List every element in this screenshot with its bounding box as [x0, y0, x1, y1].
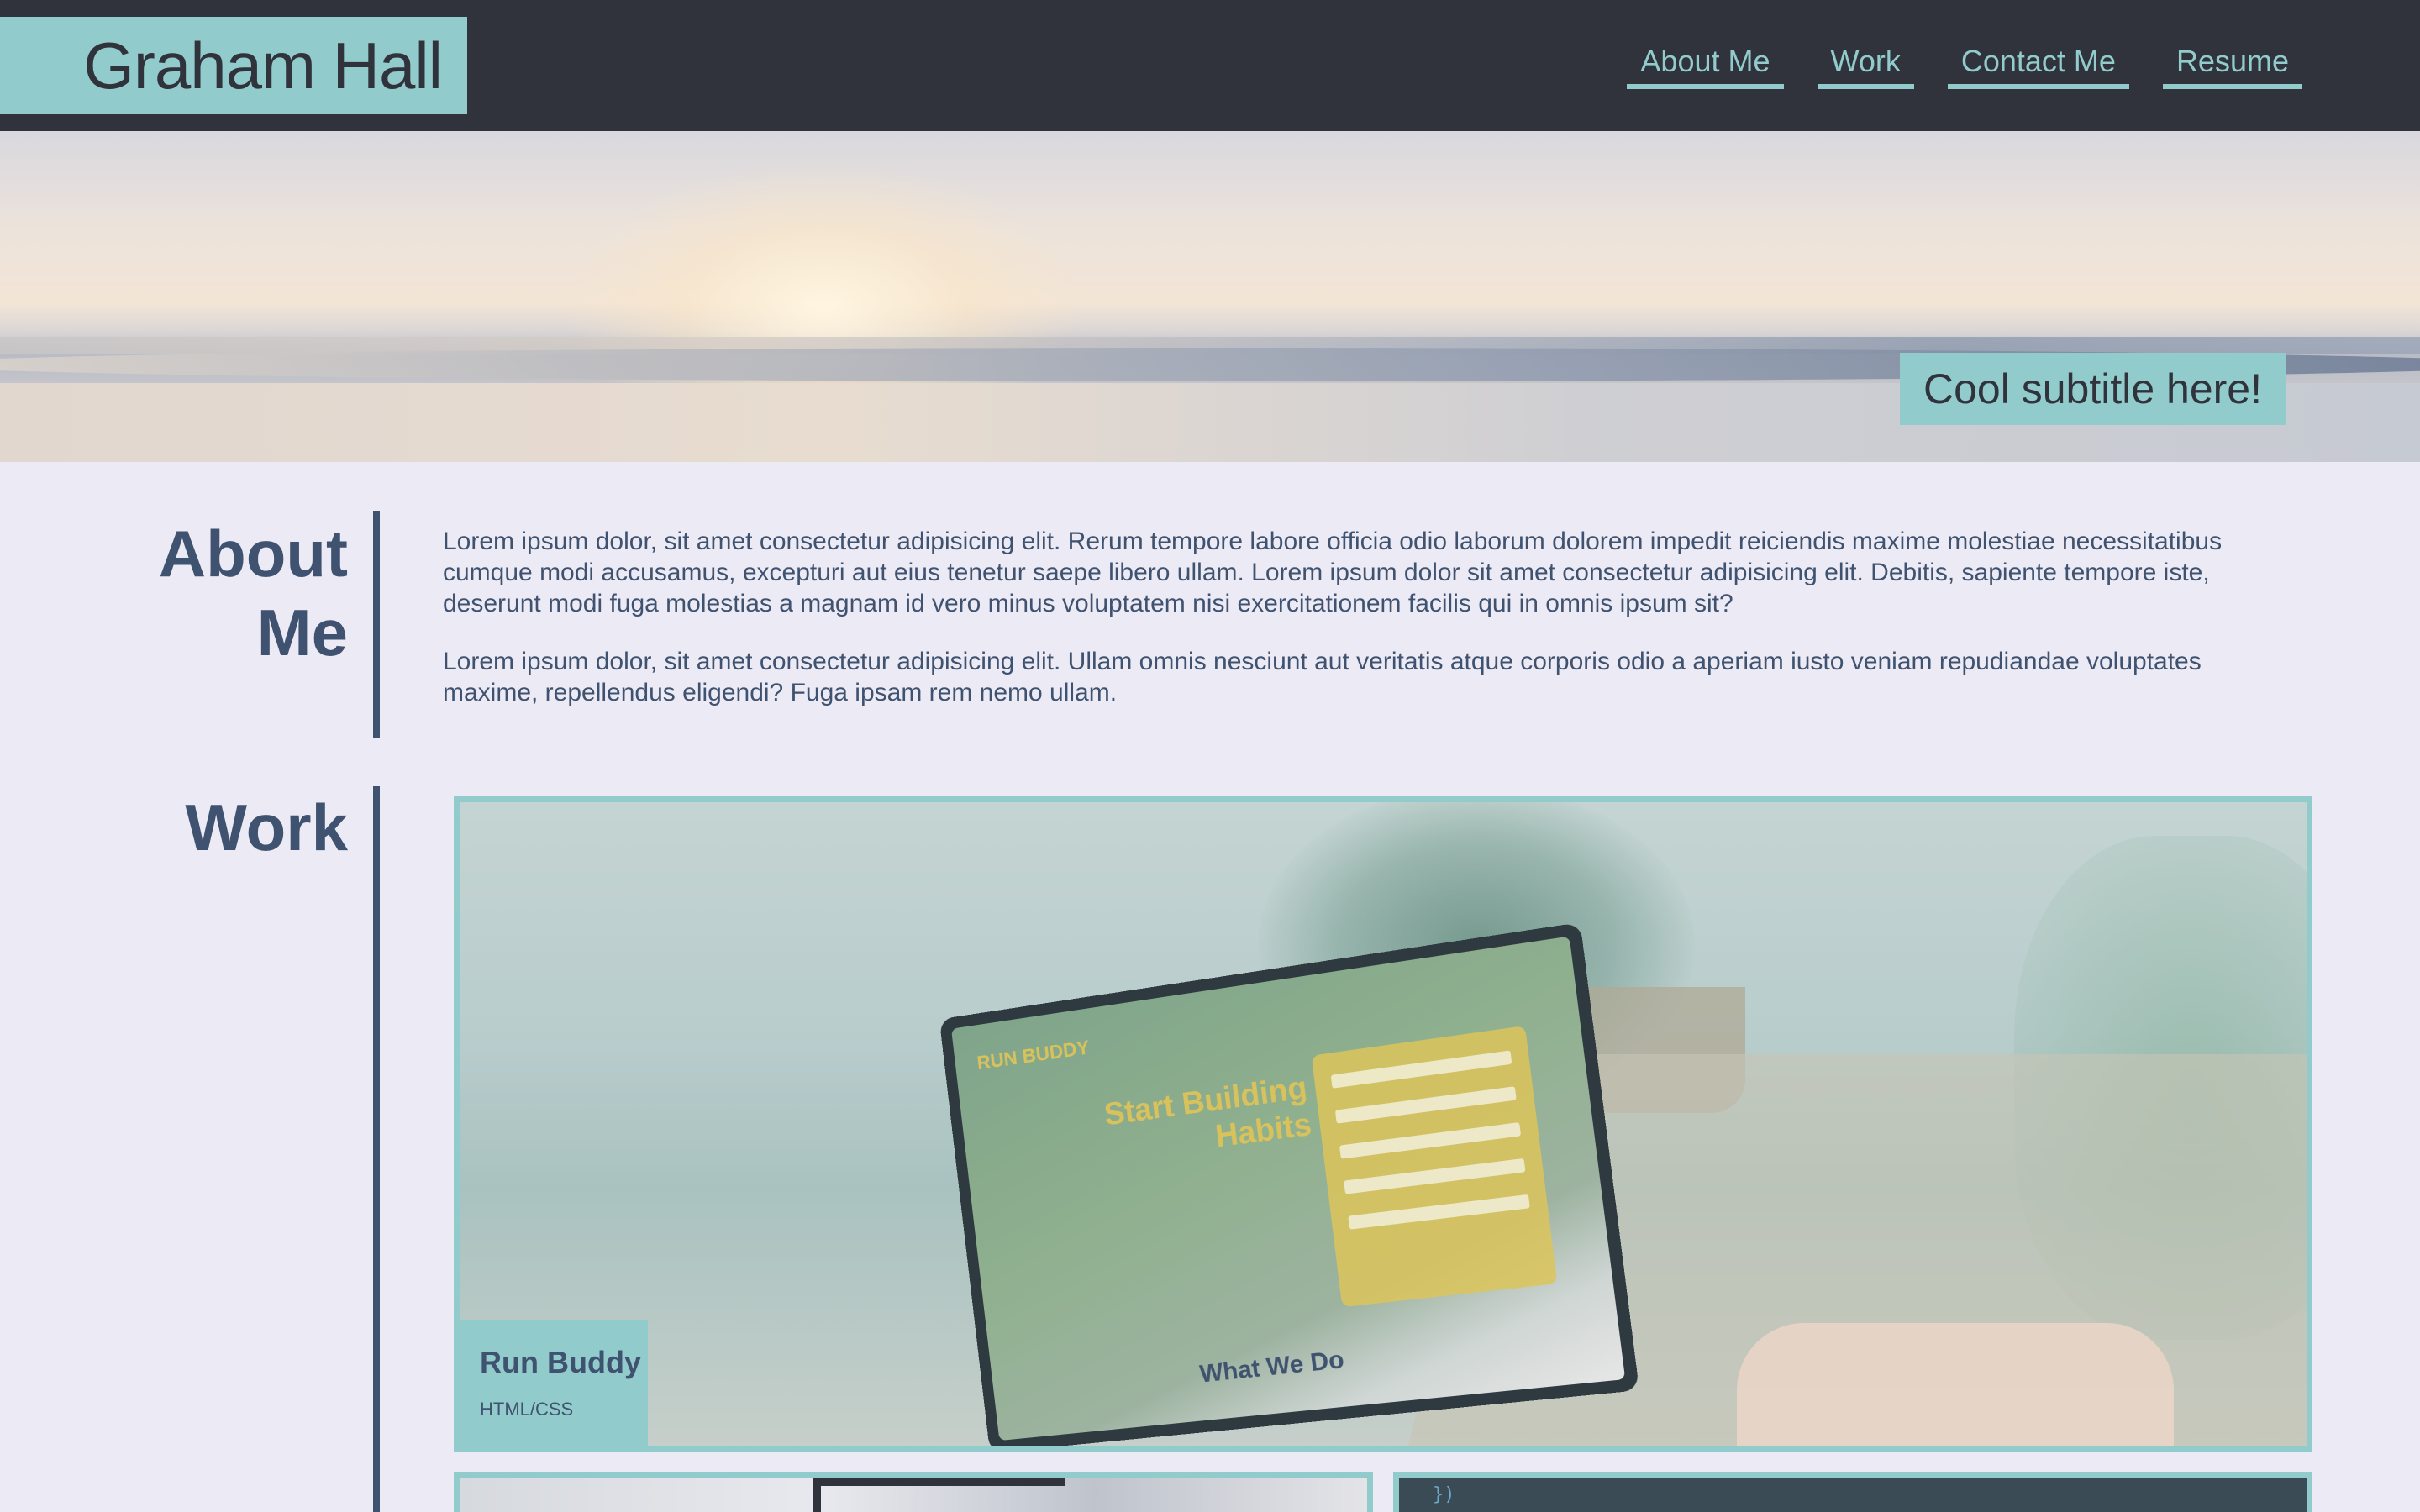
site-header: Graham Hall About Me Work Contact Me Res… [0, 0, 2420, 131]
project-card-2[interactable] [454, 1472, 1373, 1512]
hand [1737, 1323, 2174, 1446]
project-caption: Run Buddy HTML/CSS [460, 1320, 648, 1446]
work-divider [373, 786, 380, 1512]
brand-box[interactable]: Graham Hall [0, 17, 467, 114]
about-heading: About Me [96, 514, 348, 672]
screen-section-title: What We Do [1198, 1345, 1346, 1389]
about-heading-line1: About [158, 517, 348, 591]
laptop: RUN BUDDY Start Building Habits What We … [939, 921, 1640, 1446]
work-heading: Work [185, 790, 348, 864]
hero-subtitle: Cool subtitle here! [1899, 353, 2286, 425]
project-title: Run Buddy [480, 1345, 641, 1379]
screen-logo: RUN BUDDY [976, 1036, 1091, 1075]
screen-headline: Start Building Habits [1102, 1069, 1314, 1155]
nav-about-me[interactable]: About Me [1627, 44, 1784, 89]
about-paragraph: Lorem ipsum dolor, sit amet consectetur … [443, 648, 2202, 706]
laptop-screen: RUN BUDDY Start Building Habits What We … [951, 936, 1626, 1441]
about-divider [373, 511, 380, 738]
nav-work[interactable]: Work [1817, 44, 1914, 89]
project-card-3[interactable]: }) [1393, 1472, 2312, 1512]
code-snippet: }) [1433, 1484, 1455, 1505]
screen-form [1311, 1026, 1558, 1308]
about-body: Lorem ipsum dolor, sit amet consectetur … [443, 526, 2275, 735]
project-image: RUN BUDDY Start Building Habits What We … [460, 802, 2307, 1446]
about-heading-line2: Me [256, 596, 348, 669]
project-card-run-buddy[interactable]: RUN BUDDY Start Building Habits What We … [454, 796, 2312, 1452]
nav-contact-me[interactable]: Contact Me [1947, 44, 2129, 89]
main-nav: About Me Work Contact Me Resume [1627, 44, 2302, 89]
about-paragraph: Lorem ipsum dolor, sit amet consectetur … [443, 528, 2223, 617]
monitor-edge [813, 1478, 1065, 1512]
nav-resume[interactable]: Resume [2162, 44, 2302, 89]
site-title: Graham Hall [83, 29, 443, 102]
project-image-3 [1399, 1478, 2307, 1512]
project-tech: HTML/CSS [480, 1399, 574, 1420]
hero-banner: Cool subtitle here! [0, 131, 2420, 462]
